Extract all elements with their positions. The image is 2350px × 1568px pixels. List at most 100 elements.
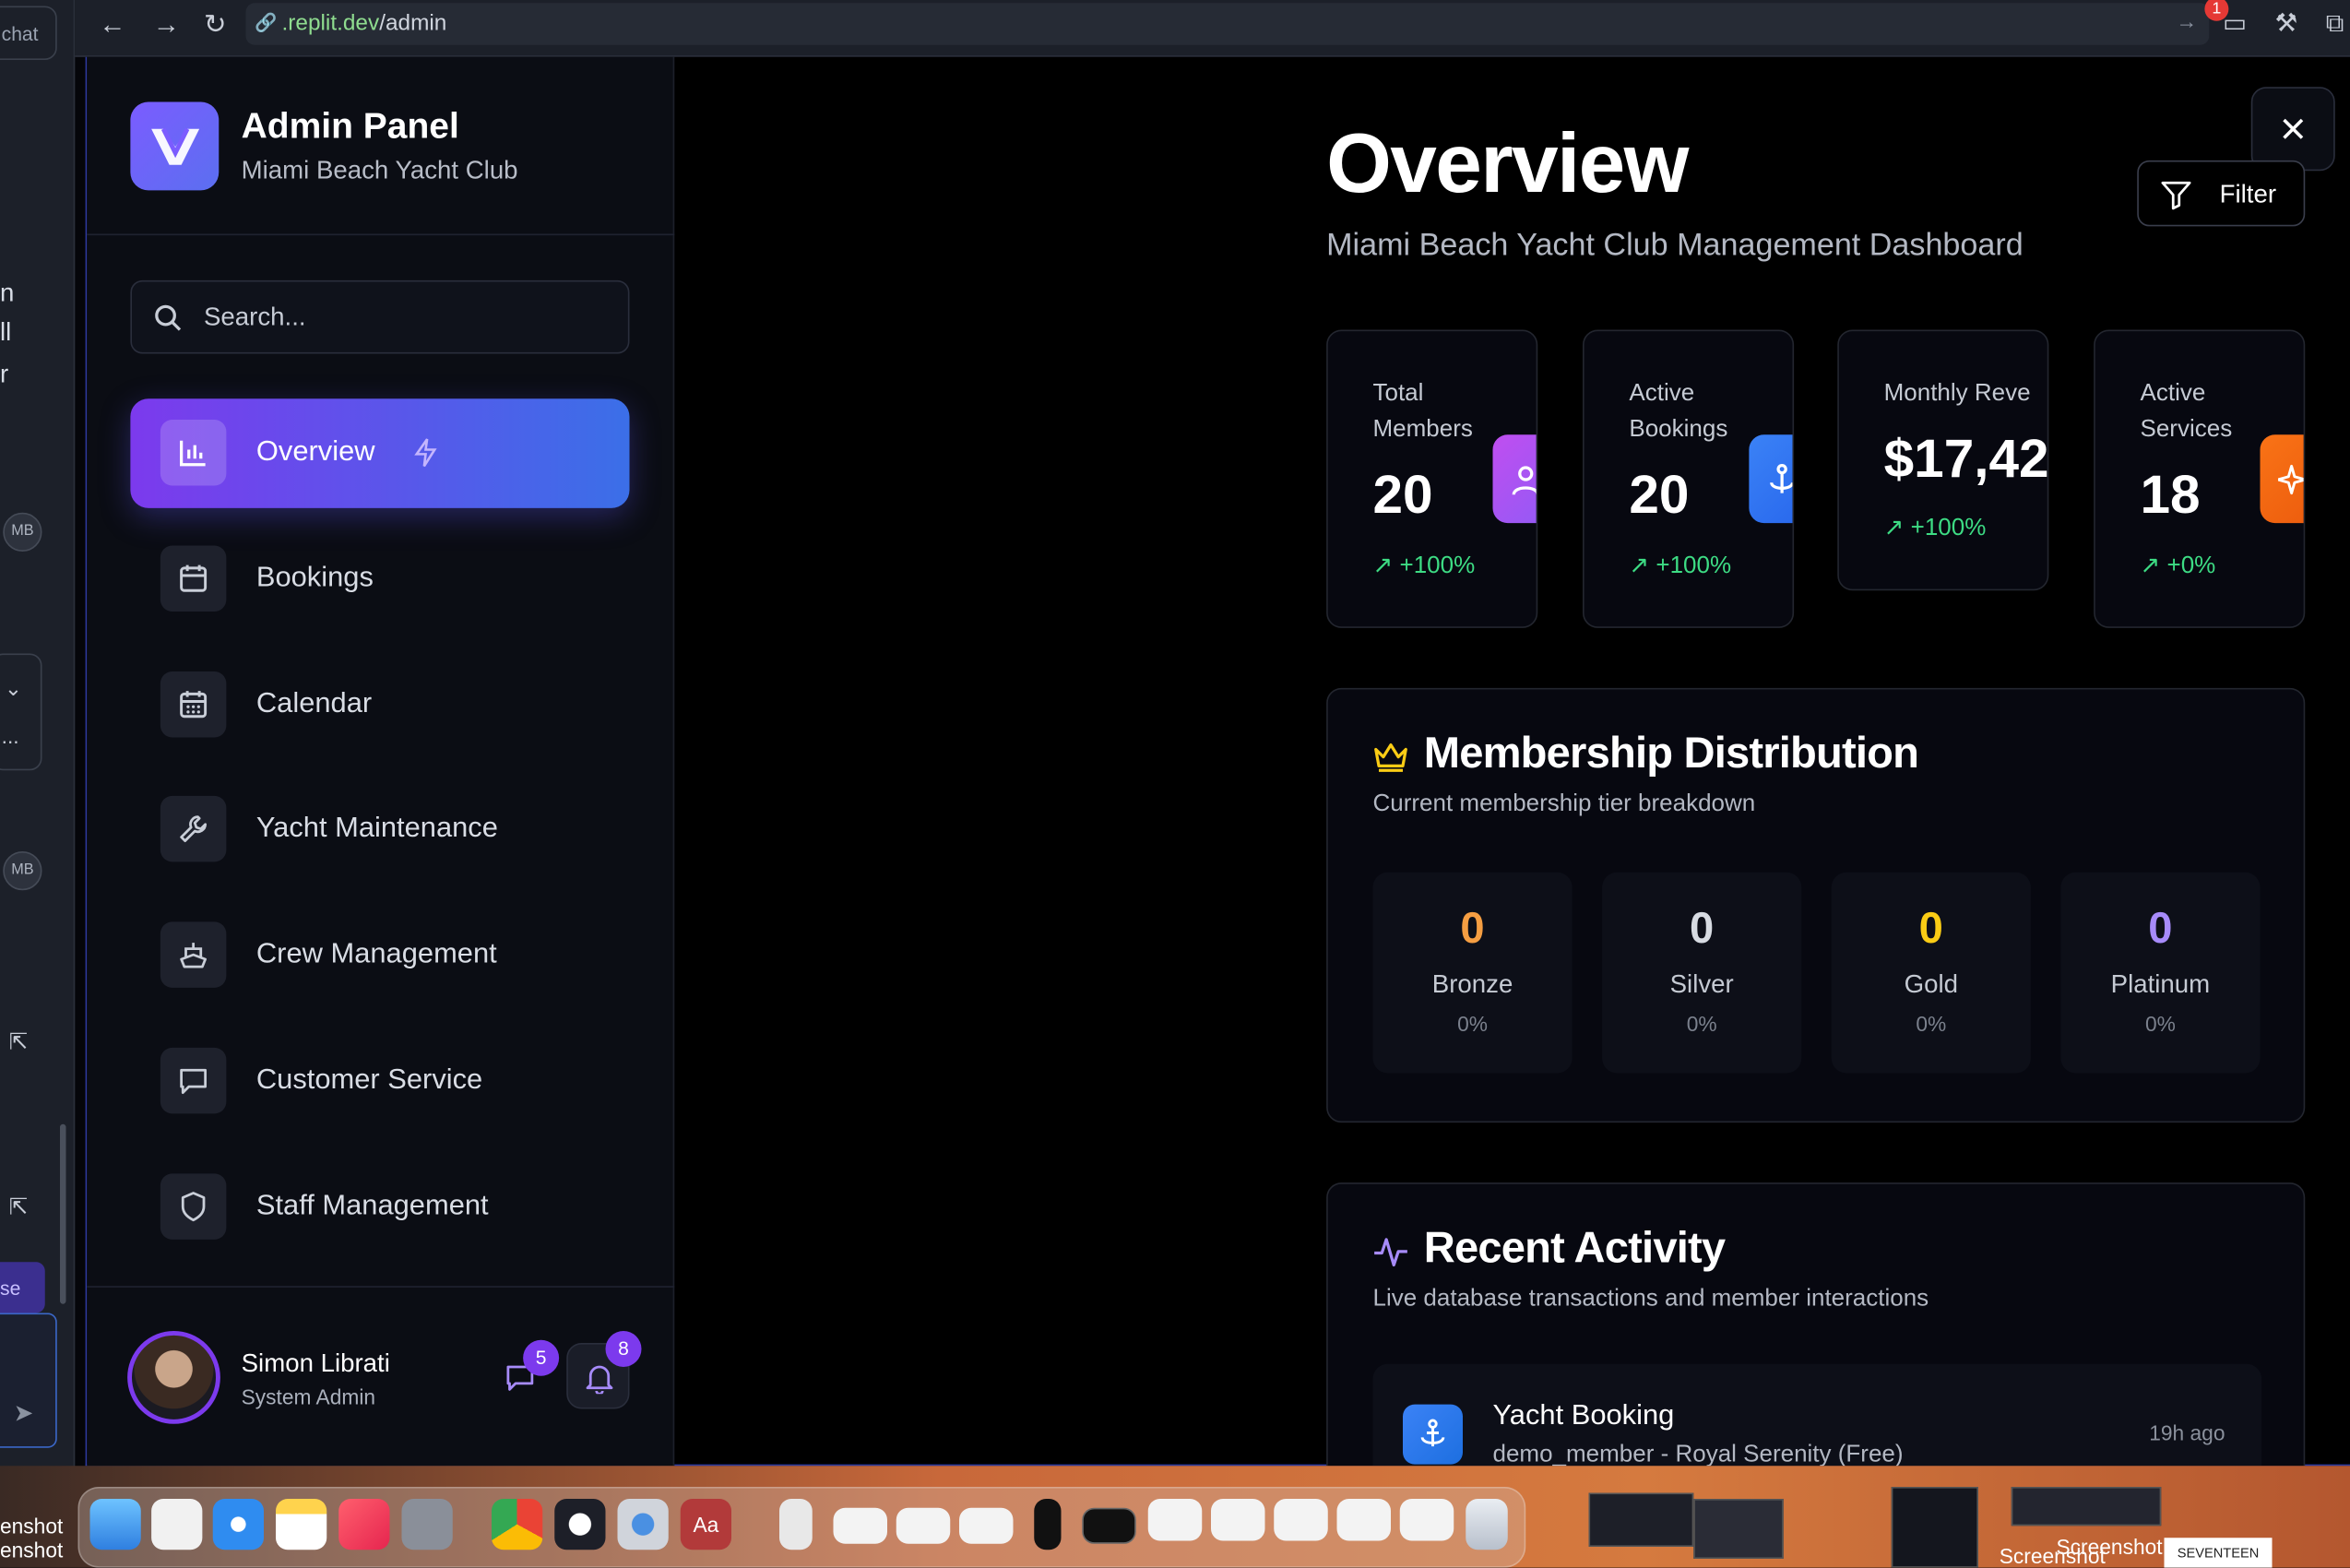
stat-delta: ↗ +100% (1373, 550, 1476, 580)
message-count-badge: 5 (523, 1339, 560, 1376)
sidebar-item-yacht-maintenance[interactable]: Yacht Maintenance (130, 775, 629, 885)
desktop-screenshot-thumbnail[interactable] (2011, 1487, 2162, 1526)
window-thumbnail[interactable] (1336, 1499, 1391, 1541)
search-box[interactable] (130, 279, 630, 354)
stat-card-active-bookings[interactable]: Active Bookings 20 ↗ +100% (1583, 329, 1795, 628)
window-thumbnail[interactable] (896, 1507, 951, 1544)
external-link-icon[interactable]: ⇱ (9, 1028, 28, 1055)
preview-icon[interactable] (401, 1499, 453, 1550)
stat-delta-value: +100% (1910, 516, 1987, 541)
collapsed-card[interactable]: ⌄ ... (0, 653, 42, 771)
tier-name: Platinum (2110, 969, 2211, 999)
stat-delta-value: +100% (1399, 552, 1476, 579)
sidebar-item-customer-service[interactable]: Customer Service (130, 1027, 629, 1136)
window-thumbnail[interactable] (959, 1507, 1014, 1544)
user-role: System Admin (241, 1384, 376, 1409)
stat-card-active-services[interactable]: Active Services 18 ↗ +0% (2094, 329, 2306, 628)
open-new-window-icon[interactable]: ⧉ (2326, 9, 2344, 38)
window-thumbnail[interactable] (1211, 1499, 1265, 1541)
forward-icon[interactable]: → (153, 9, 180, 41)
window-thumbnail[interactable] (1082, 1507, 1136, 1544)
safari-icon[interactable] (212, 1499, 264, 1550)
send-icon[interactable]: ➤ (14, 1398, 34, 1429)
dictionary-icon[interactable]: Aa (680, 1499, 731, 1550)
back-icon[interactable]: ← (99, 9, 125, 41)
icon-box (160, 671, 227, 738)
desktop-file-label[interactable]: enshot (0, 1538, 63, 1562)
reload-icon[interactable]: ↻ (204, 9, 227, 41)
use-button[interactable]: se (0, 1262, 45, 1313)
window-thumbnail[interactable] (1399, 1499, 1454, 1541)
filter-icon (2161, 181, 2191, 210)
prompt-input-box[interactable]: ➤ (0, 1313, 57, 1448)
close-icon (2283, 118, 2304, 139)
user-avatar-mb: MB (3, 851, 42, 891)
tools-icon[interactable]: ⚒ (2275, 9, 2298, 38)
document-icon[interactable] (779, 1499, 813, 1550)
stat-card-monthly-revenue[interactable]: Monthly Reve $17,42 ↗ +100% (1837, 329, 2049, 591)
sidebar-item-crew-management[interactable]: Crew Management (130, 901, 629, 1011)
desktop-file-label[interactable]: Screenshot (2057, 1535, 2163, 1559)
scrollbar[interactable] (60, 1123, 66, 1304)
recent-activity-panel: Recent Activity Live database transactio… (1326, 1182, 2306, 1467)
launchpad-icon[interactable] (151, 1499, 203, 1550)
desktop-screenshot-thumbnail[interactable] (1693, 1499, 1784, 1559)
tier-silver[interactable]: 0 Silver 0% (1602, 872, 1802, 1074)
sidebar-item-label: Bookings (255, 562, 374, 594)
tier-bronze[interactable]: 0 Bronze 0% (1372, 872, 1573, 1074)
desktop-screenshot-thumbnail[interactable] (1588, 1492, 1694, 1547)
activity-item[interactable]: Yacht Booking demo_member - Royal Sereni… (1372, 1363, 2262, 1467)
window-thumbnail[interactable] (1274, 1499, 1328, 1541)
stat-value: 20 (1372, 463, 1433, 525)
desktop-screenshot-thumbnail[interactable] (1891, 1487, 1978, 1568)
trend-up-icon: ↗ (1883, 516, 1905, 541)
search-input[interactable] (204, 300, 609, 336)
url-path: /admin (379, 10, 447, 36)
tier-count: 0 (2148, 905, 2173, 954)
finder-icon[interactable] (89, 1499, 141, 1550)
stat-value: 20 (1629, 463, 1690, 525)
trash-icon[interactable] (1466, 1499, 1508, 1550)
crown-icon (1374, 743, 1407, 772)
address-bar[interactable]: 🔗 .replit.dev/admin → (245, 3, 2210, 45)
external-link-icon[interactable]: ⇱ (9, 1194, 28, 1220)
music-icon[interactable] (338, 1499, 390, 1550)
avatar[interactable] (127, 1331, 220, 1424)
stat-delta-value: +100% (1656, 552, 1732, 579)
stat-title: Active Bookings (1629, 380, 1728, 443)
sidebar-item-label: Customer Service (255, 1063, 483, 1096)
brand-logo (130, 101, 220, 191)
filter-button[interactable]: Filter (2137, 160, 2306, 227)
close-button[interactable] (2250, 87, 2335, 172)
tier-gold[interactable]: 0 Gold 0% (1831, 872, 2031, 1074)
icon-box (160, 795, 227, 862)
icon-box (160, 921, 227, 988)
stat-delta-value: +0% (2166, 552, 2216, 579)
sidebar-item-overview[interactable]: Overview (130, 398, 630, 508)
window-thumbnail[interactable] (1147, 1499, 1203, 1541)
chevron-down-icon[interactable]: ⌄ (5, 676, 22, 702)
compass-app-icon[interactable] (554, 1499, 606, 1550)
desktop-file-thumbnail[interactable]: SEVENTEEN (2164, 1538, 2273, 1568)
stat-value: 18 (2140, 463, 2201, 525)
quicktime-icon[interactable] (617, 1499, 669, 1550)
go-arrow-icon[interactable]: → (2177, 9, 2198, 33)
sidebar-item-staff-management[interactable]: Staff Management (130, 1153, 629, 1263)
desktop-file-label[interactable]: enshot (0, 1514, 63, 1538)
notes-icon[interactable] (276, 1499, 327, 1550)
window-thumbnail[interactable] (1034, 1499, 1062, 1550)
tier-percent: 0% (1916, 1011, 1947, 1036)
sidebar-item-label: Overview (255, 435, 375, 468)
stat-title: Active Services (2140, 380, 2233, 443)
users-icon (1492, 434, 1537, 524)
chat-tab[interactable]: chat (0, 6, 57, 60)
sidebar-item-calendar[interactable]: Calendar (130, 650, 629, 760)
tier-platinum[interactable]: 0 Platinum 0% (2060, 872, 2261, 1074)
chrome-icon[interactable] (492, 1499, 543, 1550)
sidebar-item-label: Calendar (255, 687, 373, 719)
sidebar-item-bookings[interactable]: Bookings (130, 525, 629, 635)
window-thumbnail[interactable] (833, 1507, 887, 1544)
user-avatar-mb: MB (3, 512, 42, 552)
stat-card-total-members[interactable]: Total Members 20 ↗ +100% (1326, 329, 1538, 628)
main-content: Overview Miami Beach Yacht Club Manageme… (676, 57, 2350, 1467)
